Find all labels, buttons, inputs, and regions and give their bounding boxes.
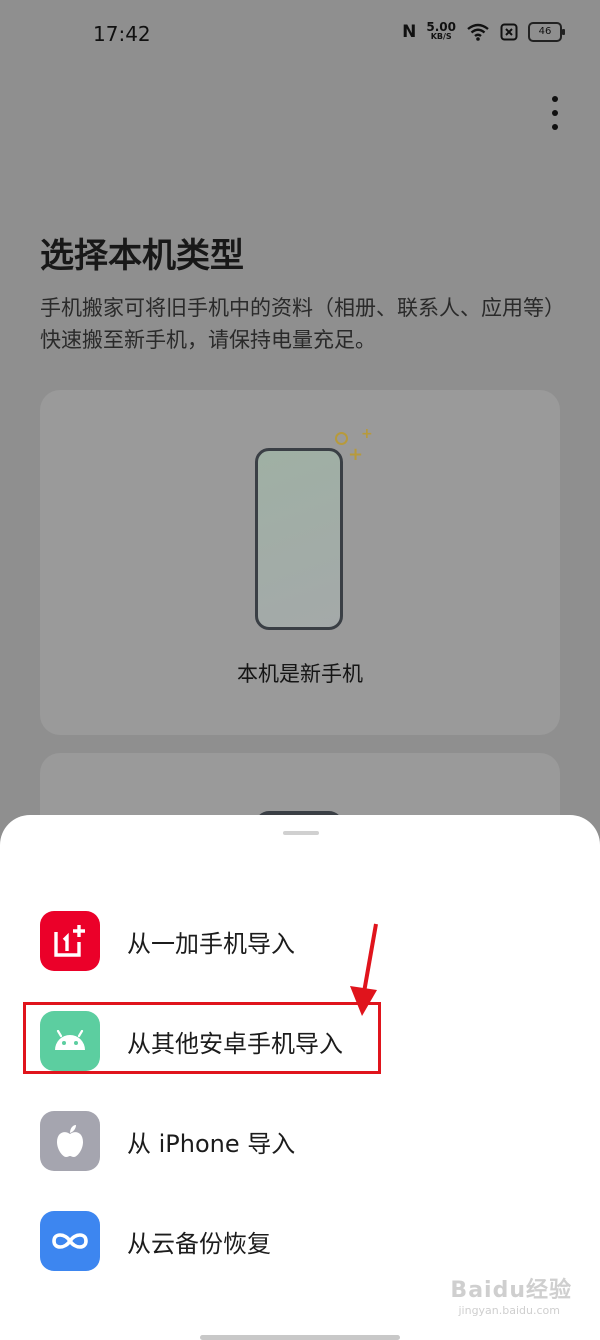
sparkle-plus-icon: +: [348, 444, 364, 465]
network-speed-value: 5.00: [426, 20, 456, 34]
new-phone-card[interactable]: + + 本机是新手机: [40, 390, 560, 735]
battery-icon: 46: [528, 22, 565, 42]
watermark: Baidu经验: [450, 1278, 572, 1303]
option-label: 从云备份恢复: [127, 1229, 271, 1258]
more-dot-icon: [552, 110, 558, 116]
annotation-highlight-box: [23, 1002, 381, 1074]
new-phone-label: 本机是新手机: [237, 662, 363, 686]
nfc-icon: N: [402, 22, 417, 42]
more-dot-icon: [552, 124, 558, 130]
watermark-url: jingyan.baidu.com: [458, 1304, 560, 1317]
home-indicator[interactable]: [200, 1335, 400, 1340]
option-label: 从 iPhone 导入: [127, 1129, 296, 1158]
more-options-button[interactable]: [545, 96, 565, 130]
more-dot-icon: [552, 96, 558, 102]
option-oneplus-import[interactable]: 从一加手机导入: [40, 910, 560, 972]
status-bar: 17:42 N 5.00 KB/S 46: [0, 0, 600, 70]
option-cloud-restore[interactable]: 从云备份恢复: [40, 1210, 560, 1272]
annotation-arrow-icon: [350, 923, 378, 1016]
sheet-drag-handle[interactable]: [283, 831, 319, 835]
phone-illustration: [255, 448, 343, 630]
status-time: 17:42: [93, 22, 151, 46]
option-iphone-import[interactable]: 从 iPhone 导入: [40, 1110, 560, 1172]
sparkle-plus-icon: +: [361, 426, 373, 442]
oneplus-icon: [40, 911, 100, 971]
network-speed: 5.00 KB/S: [426, 20, 456, 42]
sparkle-circle-icon: [335, 432, 348, 445]
import-source-sheet: 从一加手机导入 从其他安卓手机导入 从 iPhone 导入 从云备份恢复: [0, 815, 600, 1340]
page-title: 选择本机类型: [40, 236, 244, 276]
option-label: 从一加手机导入: [127, 929, 295, 958]
cloud-backup-icon: [40, 1211, 100, 1271]
no-sim-icon: [500, 23, 518, 41]
page-description: 手机搬家可将旧手机中的资料（相册、联系人、应用等）快速搬至新手机，请保持电量充足…: [40, 296, 565, 352]
apple-icon: [40, 1111, 100, 1171]
status-icons: N 5.00 KB/S 46: [402, 20, 565, 42]
network-speed-unit: KB/S: [430, 32, 452, 41]
wifi-icon: [466, 23, 490, 41]
